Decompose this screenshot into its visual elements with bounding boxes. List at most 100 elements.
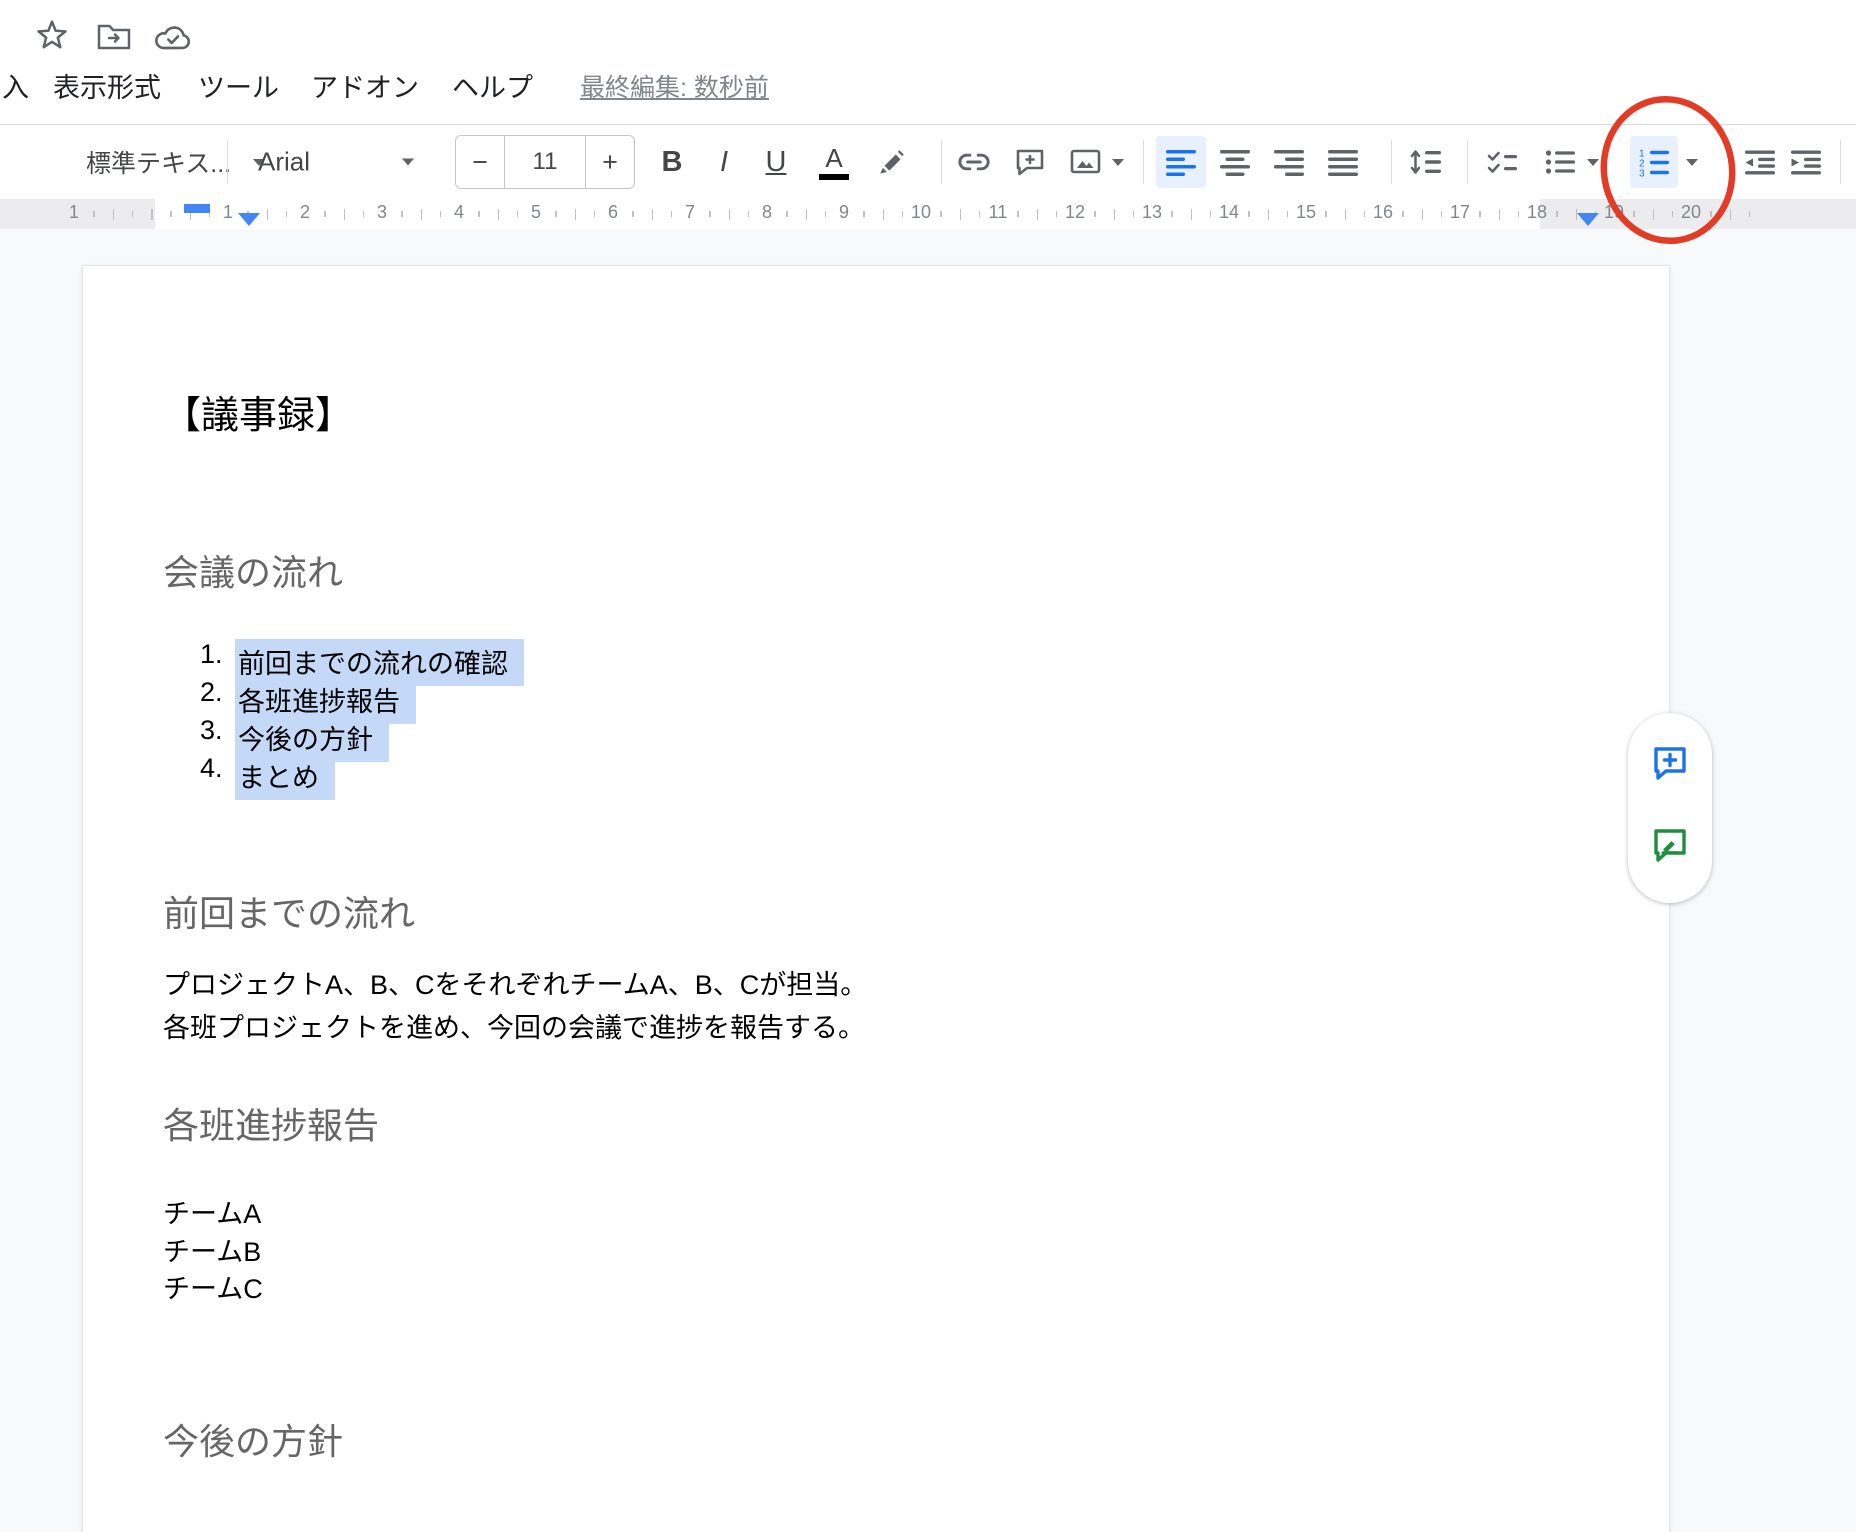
align-center-icon bbox=[1220, 148, 1250, 176]
ruler-tick bbox=[1210, 211, 1212, 217]
move-folder-icon[interactable] bbox=[95, 22, 133, 52]
ruler-tick bbox=[1653, 209, 1655, 220]
ruler-tick bbox=[113, 209, 115, 220]
last-edit-link[interactable]: 最終編集: 数秒前 bbox=[580, 68, 769, 104]
add-comment-button[interactable] bbox=[1006, 136, 1054, 188]
divider bbox=[1467, 140, 1468, 184]
decrease-indent-button[interactable] bbox=[1736, 136, 1784, 188]
list-number: 4. bbox=[200, 753, 223, 784]
ruler-tick bbox=[709, 211, 711, 217]
ruler-tick bbox=[960, 209, 962, 220]
font-size-value[interactable]: 11 bbox=[504, 136, 586, 188]
ruler-tick bbox=[1518, 211, 1520, 217]
doc-title: 【議事録】 bbox=[163, 384, 353, 439]
ruler-tick bbox=[1556, 211, 1558, 217]
font-size-increase-button[interactable]: + bbox=[586, 136, 634, 188]
list-number: 1. bbox=[200, 639, 223, 670]
checklist-button[interactable] bbox=[1476, 136, 1528, 188]
menu-tools[interactable]: ツール bbox=[198, 66, 279, 105]
chevron-down-icon bbox=[402, 159, 414, 166]
checklist-icon bbox=[1487, 149, 1517, 175]
menu-insert-clipped[interactable]: 入 bbox=[2, 66, 29, 105]
right-indent-marker[interactable] bbox=[1577, 213, 1599, 226]
star-icon[interactable] bbox=[34, 18, 70, 54]
ruler-number: 8 bbox=[762, 202, 772, 223]
bulleted-list-button[interactable] bbox=[1534, 136, 1610, 188]
bulleted-list-icon bbox=[1545, 149, 1575, 175]
insert-image-button[interactable] bbox=[1060, 136, 1134, 188]
cloud-saved-icon[interactable] bbox=[152, 24, 192, 52]
toolbar: 標準テキス... Arial − 11 + B I U A bbox=[0, 124, 1856, 199]
ruler-tick bbox=[1730, 209, 1732, 220]
indent-icon bbox=[1790, 149, 1822, 176]
increase-indent-button[interactable] bbox=[1782, 136, 1830, 188]
highlight-color-button[interactable] bbox=[868, 136, 916, 188]
ruler-tick bbox=[979, 211, 981, 217]
ruler-number: 2 bbox=[300, 202, 310, 223]
ruler-number: 17 bbox=[1450, 202, 1470, 223]
ruler-tick bbox=[132, 211, 134, 217]
ruler-tick bbox=[1345, 209, 1347, 220]
line-spacing-button[interactable] bbox=[1400, 136, 1452, 188]
ruler-number: 10 bbox=[911, 202, 931, 223]
body-line: 各班プロジェクトを進め、今回の会議で進捗を報告する。 bbox=[163, 1006, 865, 1045]
add-comment-float-button[interactable] bbox=[1650, 743, 1690, 783]
divider bbox=[1840, 140, 1841, 184]
italic-button[interactable]: I bbox=[700, 136, 748, 188]
editor-canvas: 【議事録】 会議の流れ 1. 前回までの流れの確認 2. 各班進捗報告 3. 今… bbox=[0, 229, 1856, 1532]
selected-text: まとめ bbox=[235, 753, 335, 800]
menu-addons[interactable]: アドオン bbox=[311, 66, 419, 105]
underline-button[interactable]: U bbox=[752, 136, 800, 188]
ruler-tick bbox=[1114, 209, 1116, 220]
paragraph-style-select[interactable]: 標準テキス... bbox=[86, 144, 265, 180]
ruler-tick bbox=[401, 211, 403, 217]
font-family-select[interactable]: Arial bbox=[258, 147, 414, 178]
suggest-edits-button[interactable] bbox=[1650, 825, 1690, 865]
ruler-tick bbox=[478, 211, 480, 217]
comment-add-icon bbox=[1650, 743, 1690, 783]
menu-format[interactable]: 表示形式 bbox=[53, 66, 161, 105]
align-left-button[interactable] bbox=[1156, 136, 1206, 188]
left-indent-marker[interactable] bbox=[238, 213, 260, 226]
menu-help[interactable]: ヘルプ bbox=[452, 66, 533, 105]
heading-prev: 前回までの流れ bbox=[163, 885, 415, 937]
ruler-tick bbox=[363, 211, 365, 217]
insert-link-button[interactable] bbox=[950, 136, 998, 188]
heading-policy: 今後の方針 bbox=[163, 1413, 343, 1465]
ruler-number: 7 bbox=[685, 202, 695, 223]
ruler-tick bbox=[93, 211, 95, 217]
ruler-tick bbox=[1672, 211, 1674, 217]
ruler-tick bbox=[1056, 211, 1058, 217]
highlighter-icon bbox=[877, 147, 907, 177]
ruler-tick bbox=[1017, 211, 1019, 217]
ruler-number: 19 bbox=[1604, 202, 1624, 223]
first-line-indent-marker[interactable] bbox=[184, 204, 210, 213]
numbered-list-menu-caret[interactable] bbox=[1682, 136, 1702, 188]
ruler-tick bbox=[786, 211, 788, 217]
bold-button[interactable]: B bbox=[648, 136, 696, 188]
ruler-tick bbox=[652, 209, 654, 220]
ruler-tick bbox=[1422, 209, 1424, 220]
current-color-bar bbox=[819, 174, 849, 180]
team-line: チームC bbox=[163, 1267, 263, 1306]
font-size-decrease-button[interactable]: − bbox=[456, 136, 504, 188]
chevron-down-icon bbox=[1112, 159, 1124, 166]
align-right-button[interactable] bbox=[1264, 136, 1314, 188]
ruler-tick bbox=[440, 211, 442, 217]
floating-action-pill bbox=[1628, 713, 1712, 903]
text-color-button[interactable]: A bbox=[810, 136, 858, 188]
comment-add-icon bbox=[1015, 148, 1045, 176]
ruler-tick bbox=[632, 211, 634, 217]
align-justify-button[interactable] bbox=[1318, 136, 1368, 188]
ruler-tick bbox=[267, 209, 269, 220]
ruler-tick bbox=[883, 209, 885, 220]
ruler-tick bbox=[1171, 211, 1173, 217]
line-spacing-icon bbox=[1410, 148, 1442, 176]
ruler-tick bbox=[940, 211, 942, 217]
ruler-number: 15 bbox=[1296, 202, 1316, 223]
ruler-number: 18 bbox=[1527, 202, 1547, 223]
numbered-list-button[interactable]: 1 2 3 bbox=[1630, 136, 1678, 188]
document-page[interactable]: 【議事録】 会議の流れ 1. 前回までの流れの確認 2. 各班進捗報告 3. 今… bbox=[82, 265, 1670, 1532]
ruler-tick bbox=[1710, 211, 1712, 217]
align-center-button[interactable] bbox=[1210, 136, 1260, 188]
